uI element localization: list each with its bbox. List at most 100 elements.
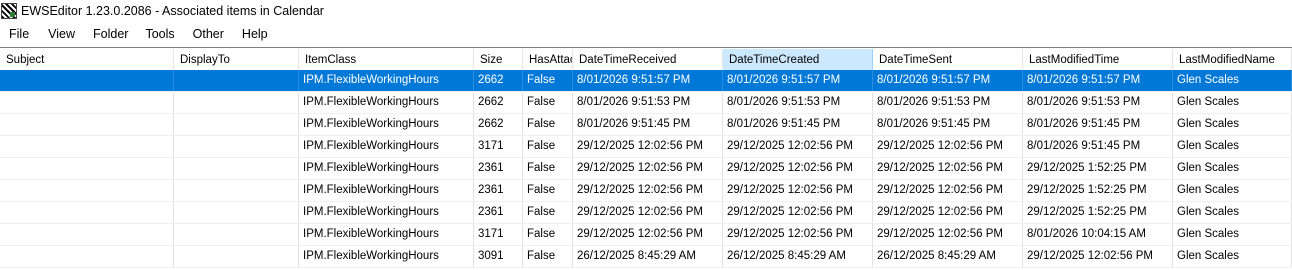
cell-subject bbox=[0, 70, 174, 91]
cell-itemclass: IPM.FlexibleWorkingHours bbox=[299, 114, 474, 135]
column-header-datetimesent[interactable]: DateTimeSent bbox=[873, 49, 1023, 71]
cell-itemclass: IPM.FlexibleWorkingHours bbox=[299, 246, 474, 267]
cell-datetimecreated: 29/12/2025 12:02:56 PM bbox=[723, 224, 873, 245]
title-bar: EWSEditor 1.23.0.2086 - Associated items… bbox=[0, 0, 1292, 22]
cell-itemclass: IPM.FlexibleWorkingHours bbox=[299, 224, 474, 245]
cell-displayto bbox=[174, 246, 299, 267]
menu-help[interactable]: Help bbox=[242, 27, 268, 41]
cell-size: 3171 bbox=[474, 224, 523, 245]
table-row[interactable]: IPM.FlexibleWorkingHours 3091 False 26/12/2… bbox=[0, 246, 1292, 268]
cell-datetimereceived: 29/12/2025 12:02:56 PM bbox=[573, 202, 723, 223]
cell-subject bbox=[0, 202, 174, 223]
cell-itemclass: IPM.FlexibleWorkingHours bbox=[299, 92, 474, 113]
table-row[interactable]: IPM.FlexibleWorkingHours 2361 False 29/12/2… bbox=[0, 180, 1292, 202]
cell-datetimesent: 29/12/2025 12:02:56 PM bbox=[873, 158, 1023, 179]
cell-lastmodifiedtime: 29/12/2025 1:52:25 PM bbox=[1023, 158, 1173, 179]
cell-lastmodifiedname: Glen Scales bbox=[1173, 92, 1292, 113]
cell-lastmodifiedname: Glen Scales bbox=[1173, 114, 1292, 135]
cell-lastmodifiedtime: 8/01/2026 9:51:45 PM bbox=[1023, 114, 1173, 135]
cell-displayto bbox=[174, 158, 299, 179]
column-header-lastmodifiedtime[interactable]: LastModifiedTime bbox=[1023, 49, 1173, 71]
cell-datetimereceived: 26/12/2025 8:45:29 AM bbox=[573, 246, 723, 267]
cell-lastmodifiedname: Glen Scales bbox=[1173, 224, 1292, 245]
cell-lastmodifiedtime: 29/12/2025 1:52:25 PM bbox=[1023, 180, 1173, 201]
table-row[interactable]: IPM.FlexibleWorkingHours 2662 False 8/01/20… bbox=[0, 114, 1292, 136]
cell-size: 2662 bbox=[474, 114, 523, 135]
cell-lastmodifiedname: Glen Scales bbox=[1173, 180, 1292, 201]
cell-datetimereceived: 8/01/2026 9:51:57 PM bbox=[573, 70, 723, 91]
table-row[interactable]: IPM.FlexibleWorkingHours 3171 False 29/12/2… bbox=[0, 136, 1292, 158]
cell-hasattac: False bbox=[523, 136, 573, 157]
cell-lastmodifiedtime: 8/01/2026 9:51:53 PM bbox=[1023, 92, 1173, 113]
cell-displayto bbox=[174, 114, 299, 135]
table-row[interactable]: IPM.FlexibleWorkingHours 2361 False 29/12/2… bbox=[0, 158, 1292, 180]
menu-bar: File View Folder Tools Other Help bbox=[0, 23, 1292, 45]
column-header-size[interactable]: Size bbox=[474, 49, 523, 71]
menu-folder[interactable]: Folder bbox=[93, 27, 128, 41]
menu-file[interactable]: File bbox=[9, 27, 29, 41]
cell-itemclass: IPM.FlexibleWorkingHours bbox=[299, 158, 474, 179]
cell-datetimesent: 8/01/2026 9:51:53 PM bbox=[873, 92, 1023, 113]
cell-datetimesent: 8/01/2026 9:51:45 PM bbox=[873, 114, 1023, 135]
cell-hasattac: False bbox=[523, 224, 573, 245]
table-row[interactable]: IPM.FlexibleWorkingHours 2662 False 8/01/20… bbox=[0, 70, 1292, 92]
column-header-itemclass[interactable]: ItemClass bbox=[299, 49, 474, 71]
menu-other[interactable]: Other bbox=[193, 27, 224, 41]
cell-datetimereceived: 8/01/2026 9:51:45 PM bbox=[573, 114, 723, 135]
table-row[interactable]: IPM.FlexibleWorkingHours 2662 False 8/01/20… bbox=[0, 92, 1292, 114]
items-grid[interactable]: Subject DisplayTo ItemClass Size HasAttac Dat… bbox=[0, 47, 1292, 270]
cell-lastmodifiedname: Glen Scales bbox=[1173, 158, 1292, 179]
cell-hasattac: False bbox=[523, 180, 573, 201]
grid-header: Subject DisplayTo ItemClass Size HasAttac Dat… bbox=[0, 49, 1292, 71]
menu-view[interactable]: View bbox=[48, 27, 75, 41]
cell-datetimecreated: 29/12/2025 12:02:56 PM bbox=[723, 180, 873, 201]
cell-hasattac: False bbox=[523, 158, 573, 179]
column-header-datetimereceived[interactable]: DateTimeReceived bbox=[573, 49, 723, 71]
window-title: EWSEditor 1.23.0.2086 - Associated items… bbox=[21, 4, 324, 18]
cell-subject bbox=[0, 136, 174, 157]
cell-lastmodifiedtime: 29/12/2025 12:02:56 PM bbox=[1023, 246, 1173, 267]
cell-datetimesent: 29/12/2025 12:02:56 PM bbox=[873, 136, 1023, 157]
column-header-lastmodifiedname[interactable]: LastModifiedName bbox=[1173, 49, 1292, 71]
cell-datetimecreated: 29/12/2025 12:02:56 PM bbox=[723, 136, 873, 157]
cell-displayto bbox=[174, 180, 299, 201]
column-header-hasattac[interactable]: HasAttac bbox=[523, 49, 573, 71]
menu-tools[interactable]: Tools bbox=[145, 27, 174, 41]
cell-displayto bbox=[174, 224, 299, 245]
cell-itemclass: IPM.FlexibleWorkingHours bbox=[299, 70, 474, 91]
cell-subject bbox=[0, 246, 174, 267]
cell-datetimesent: 29/12/2025 12:02:56 PM bbox=[873, 202, 1023, 223]
cell-displayto bbox=[174, 136, 299, 157]
cell-datetimesent: 29/12/2025 12:02:56 PM bbox=[873, 224, 1023, 245]
cell-datetimecreated: 8/01/2026 9:51:45 PM bbox=[723, 114, 873, 135]
cell-datetimereceived: 29/12/2025 12:02:56 PM bbox=[573, 158, 723, 179]
cell-datetimecreated: 29/12/2025 12:02:56 PM bbox=[723, 158, 873, 179]
table-row[interactable]: IPM.FlexibleWorkingHours 2361 False 29/12/2… bbox=[0, 202, 1292, 224]
cell-subject bbox=[0, 158, 174, 179]
cell-lastmodifiedname: Glen Scales bbox=[1173, 70, 1292, 91]
cell-size: 3171 bbox=[474, 136, 523, 157]
column-header-datetimecreated[interactable]: DateTimeCreated bbox=[723, 49, 873, 71]
cell-itemclass: IPM.FlexibleWorkingHours bbox=[299, 180, 474, 201]
cell-displayto bbox=[174, 92, 299, 113]
cell-datetimesent: 29/12/2025 12:02:56 PM bbox=[873, 180, 1023, 201]
cell-datetimereceived: 29/12/2025 12:02:56 PM bbox=[573, 180, 723, 201]
cell-datetimereceived: 29/12/2025 12:02:56 PM bbox=[573, 136, 723, 157]
table-row[interactable]: IPM.FlexibleWorkingHours 3171 False 29/12/2… bbox=[0, 224, 1292, 246]
ews-app-icon bbox=[1, 3, 17, 19]
cell-subject bbox=[0, 114, 174, 135]
cell-size: 2662 bbox=[474, 70, 523, 91]
cell-lastmodifiedname: Glen Scales bbox=[1173, 246, 1292, 267]
cell-hasattac: False bbox=[523, 114, 573, 135]
cell-datetimecreated: 8/01/2026 9:51:57 PM bbox=[723, 70, 873, 91]
cell-size: 2361 bbox=[474, 180, 523, 201]
cell-size: 2361 bbox=[474, 202, 523, 223]
column-header-subject[interactable]: Subject bbox=[0, 49, 174, 71]
cell-lastmodifiedtime: 8/01/2026 9:51:45 PM bbox=[1023, 136, 1173, 157]
column-header-displayto[interactable]: DisplayTo bbox=[174, 49, 299, 71]
cell-subject bbox=[0, 180, 174, 201]
cell-datetimecreated: 29/12/2025 12:02:56 PM bbox=[723, 202, 873, 223]
cell-datetimecreated: 8/01/2026 9:51:53 PM bbox=[723, 92, 873, 113]
cell-size: 2361 bbox=[474, 158, 523, 179]
cell-lastmodifiedtime: 8/01/2026 9:51:57 PM bbox=[1023, 70, 1173, 91]
